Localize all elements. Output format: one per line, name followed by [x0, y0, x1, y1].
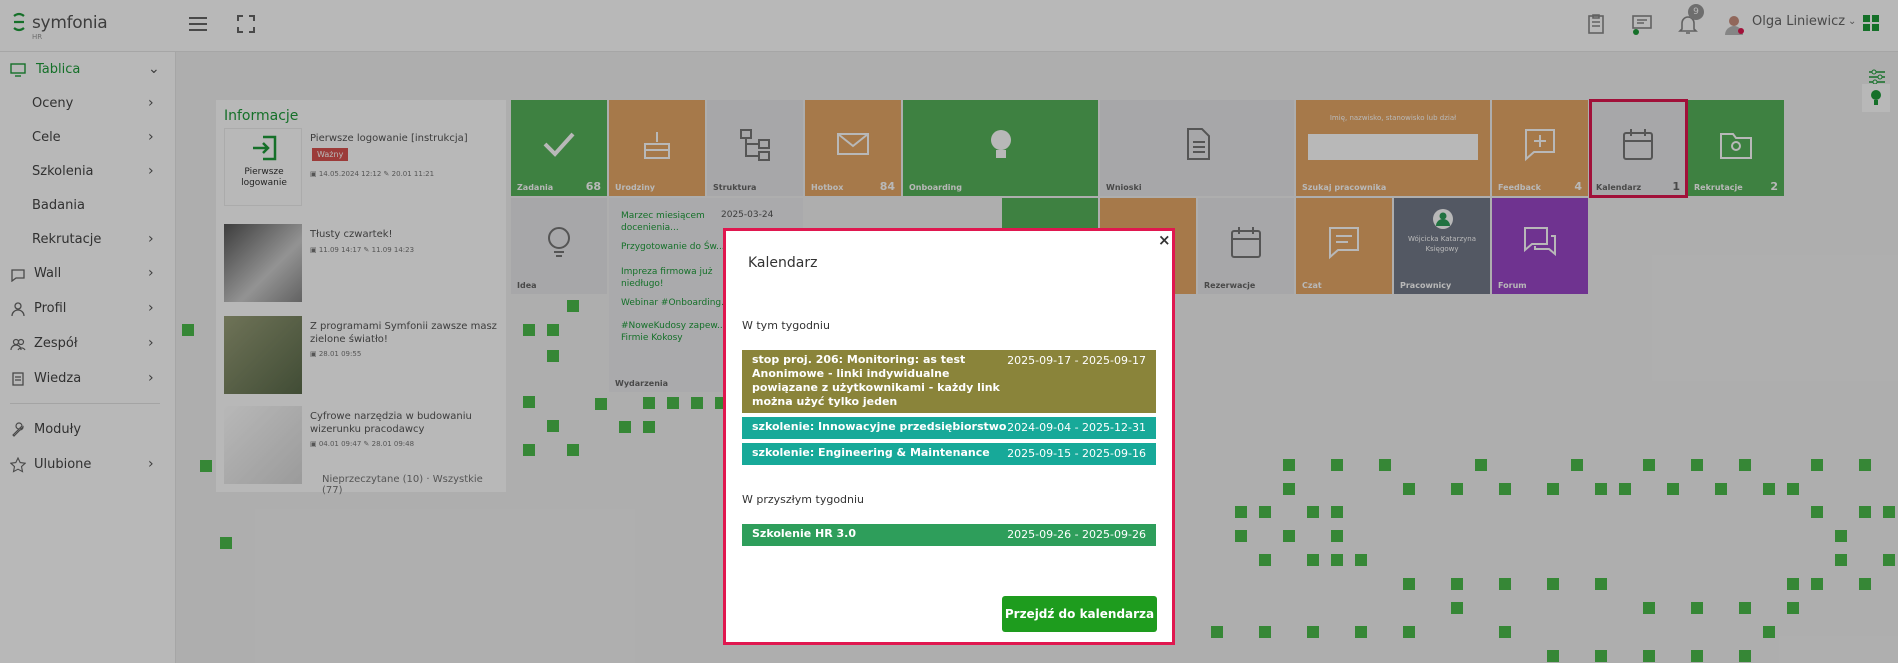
calendar-modal: × Kalendarz W tym tygodniu stop proj. 20…	[723, 228, 1175, 645]
event-dates: 2024-09-04 - 2025-12-31	[1007, 421, 1146, 434]
close-icon[interactable]: ×	[1158, 231, 1171, 249]
event-name: szkolenie: Engineering & Maintenance	[752, 446, 990, 459]
calendar-event[interactable]: szkolenie: Innowacyjne przedsiębiorstwo …	[742, 417, 1156, 439]
this-week-heading: W tym tygodniu	[742, 319, 830, 332]
calendar-event[interactable]: stop proj. 206: Monitoring: as test Anon…	[742, 350, 1156, 413]
calendar-event[interactable]: szkolenie: Engineering & Maintenance 202…	[742, 443, 1156, 465]
go-to-calendar-button[interactable]: Przejdź do kalendarza	[1002, 596, 1157, 632]
next-week-heading: W przyszłym tygodniu	[742, 493, 865, 506]
event-dates: 2025-09-17 - 2025-09-17	[1007, 354, 1146, 367]
calendar-event[interactable]: Szkolenie HR 3.0 2025-09-26 - 2025-09-26	[742, 524, 1156, 546]
event-name: Szkolenie HR 3.0	[752, 527, 857, 540]
event-name: szkolenie: Innowacyjne przedsiębiorstwo	[752, 420, 1007, 433]
event-dates: 2025-09-26 - 2025-09-26	[1007, 528, 1146, 541]
event-dates: 2025-09-15 - 2025-09-16	[1007, 447, 1146, 460]
modal-title: Kalendarz	[748, 255, 818, 271]
event-name: stop proj. 206: Monitoring: as test Anon…	[752, 353, 1000, 408]
